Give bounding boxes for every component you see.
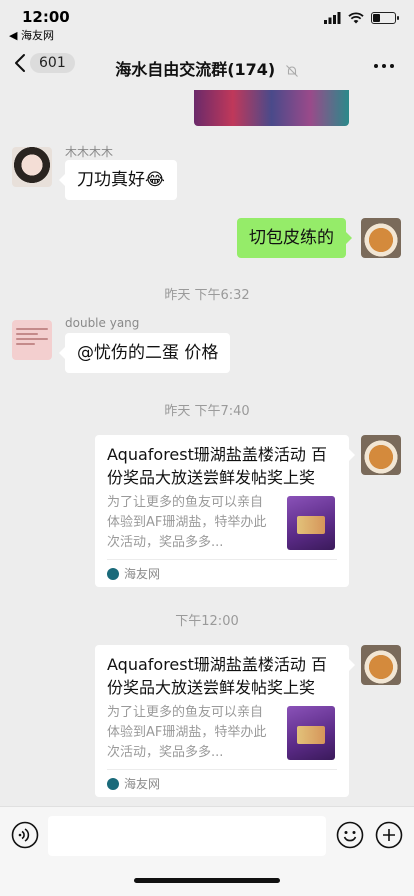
chat-message-list[interactable]: 木木木木 刀功真好😂 切包皮练的 昨天 下午6:32 double yang @… — [0, 90, 414, 806]
source-logo-icon — [107, 567, 119, 580]
chat-title: 海水自由交流群(174) — [0, 56, 414, 80]
dot-icon — [382, 64, 386, 68]
emoji-button[interactable] — [336, 821, 364, 853]
status-icons — [324, 12, 399, 24]
timestamp: 下午12:00 — [175, 614, 239, 629]
message-bubble-self[interactable]: 切包皮练的 — [237, 218, 352, 258]
self-avatar[interactable] — [361, 218, 401, 258]
sender-avatar[interactable] — [12, 147, 52, 187]
plus-circle-icon — [375, 821, 403, 849]
voice-input-button[interactable] — [11, 821, 39, 853]
link-card-title: Aquaforest珊湖盐盖楼活动 百份奖品大放送尝鲜发帖奖上奖 — [107, 445, 327, 487]
source-logo-icon — [107, 777, 119, 790]
link-card-thumbnail — [287, 706, 335, 760]
wifi-icon — [348, 12, 364, 24]
link-card[interactable]: Aquaforest珊湖盐盖楼活动 百份奖品大放送尝鲜发帖奖上奖 为了让更多的鱼… — [95, 435, 355, 587]
message-text-input[interactable] — [48, 816, 326, 856]
sender-name: double yang — [65, 316, 140, 330]
chat-header: 601 海水自由交流群(174) — [0, 44, 414, 90]
emoji-icon — [336, 821, 364, 849]
back-to-app-link[interactable]: ◀ 海友网 — [9, 27, 54, 43]
image-message-thumbnail[interactable] — [194, 90, 349, 126]
status-bar: 12:00 ◀ 海友网 — [0, 0, 414, 44]
dot-icon — [374, 64, 378, 68]
link-card-footer: 海友网 — [107, 559, 337, 587]
more-options-button[interactable] — [374, 64, 394, 68]
self-avatar[interactable] — [361, 645, 401, 685]
signal-icon — [324, 12, 341, 24]
status-time: 12:00 — [22, 8, 70, 26]
message-bubble[interactable]: @忧伤的二蛋 价格 — [58, 333, 231, 373]
home-indicator — [134, 878, 280, 883]
link-card-thumbnail — [287, 496, 335, 550]
link-card-title: Aquaforest珊湖盐盖楼活动 百份奖品大放送尝鲜发帖奖上奖 — [107, 655, 327, 697]
dot-icon — [390, 64, 394, 68]
link-card-description: 为了让更多的鱼友可以亲自体验到AF珊湖盐，特举办此次活动，奖品多多... — [107, 705, 267, 760]
link-card-source: 海友网 — [124, 777, 161, 791]
link-card-source: 海友网 — [124, 567, 161, 581]
chat-title-text: 海水自由交流群(174) — [115, 60, 276, 79]
timestamp: 昨天 下午6:32 — [164, 288, 250, 303]
link-card-footer: 海友网 — [107, 769, 337, 797]
message-bubble[interactable]: 刀功真好😂 — [59, 160, 177, 200]
link-card-description: 为了让更多的鱼友可以亲自体验到AF珊湖盐，特举办此次活动，奖品多多... — [107, 495, 267, 550]
self-avatar[interactable] — [361, 435, 401, 475]
voice-icon — [11, 821, 39, 849]
more-functions-button[interactable] — [375, 821, 403, 853]
battery-icon — [371, 12, 399, 24]
sender-avatar[interactable] — [12, 320, 52, 360]
mute-bell-icon — [285, 64, 298, 77]
sender-name: 木木木木 — [65, 145, 114, 159]
link-card[interactable]: Aquaforest珊湖盐盖楼活动 百份奖品大放送尝鲜发帖奖上奖 为了让更多的鱼… — [95, 645, 355, 797]
timestamp: 昨天 下午7:40 — [164, 404, 250, 419]
